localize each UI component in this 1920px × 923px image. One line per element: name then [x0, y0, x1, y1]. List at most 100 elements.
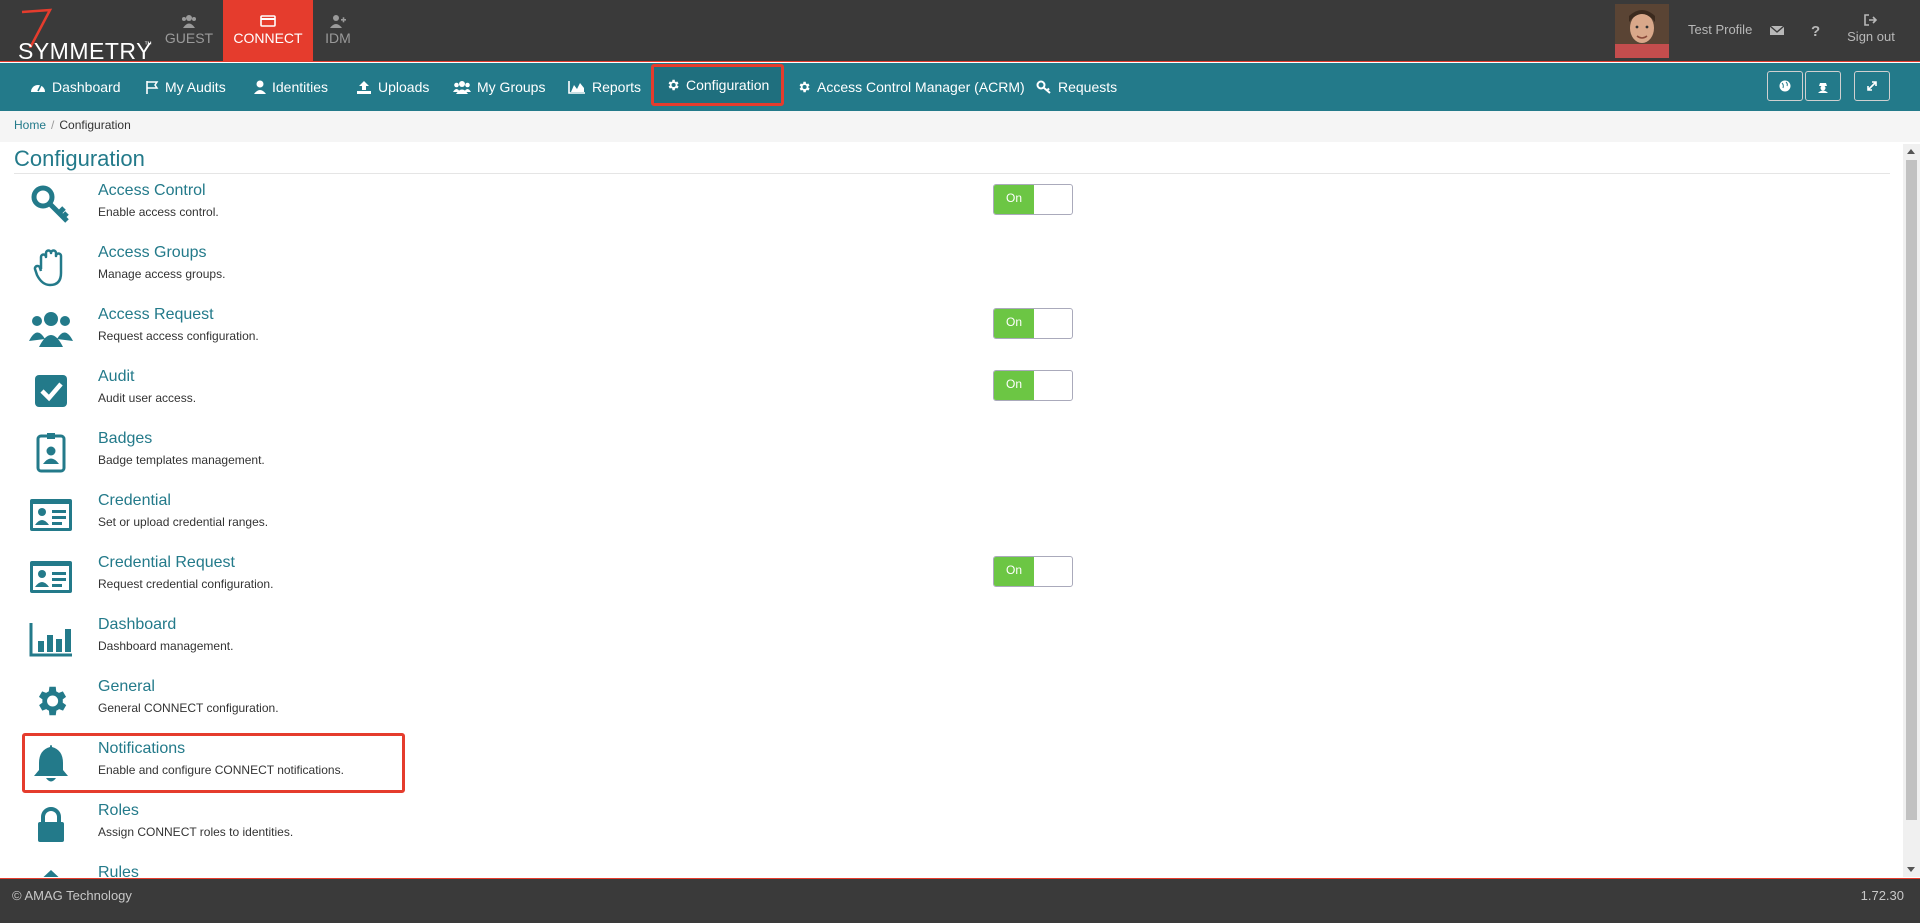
nav-label: My Groups	[477, 79, 546, 95]
nav-identities[interactable]: Identities	[254, 63, 328, 111]
nav-dashboard[interactable]: Dashboard	[30, 63, 121, 111]
profile-name[interactable]: Test Profile	[1688, 22, 1752, 37]
help-icon[interactable]: ?	[1807, 22, 1823, 38]
access-request-toggle[interactable]: On	[993, 308, 1073, 339]
scroll-down-arrow-icon[interactable]	[1907, 867, 1915, 872]
sign-out-icon	[1864, 14, 1878, 26]
globe-icon	[1779, 80, 1791, 92]
config-item-name[interactable]: Rules	[98, 864, 139, 877]
config-item-desc: Audit user access.	[98, 391, 197, 405]
top-bar: SYMMETRY ™ GUEST CONNECT IDM Test Profil…	[0, 0, 1920, 64]
symmetry-logo[interactable]: SYMMETRY ™	[8, 4, 152, 64]
config-item-desc: Manage access groups.	[98, 267, 226, 281]
nav-my-audits[interactable]: My Audits	[145, 63, 226, 111]
flag-icon	[146, 81, 159, 94]
group-icon	[453, 81, 471, 94]
config-item-desc: Dashboard management.	[98, 639, 234, 653]
dashboard-icon	[31, 84, 45, 92]
nav-label: My Audits	[165, 79, 226, 95]
users-icon	[29, 312, 73, 347]
config-item-name[interactable]: Roles	[98, 802, 139, 820]
breadcrumb-home[interactable]: Home	[14, 118, 46, 132]
config-item-name[interactable]: Audit	[98, 368, 134, 386]
config-item-dashboard[interactable]: Dashboard Dashboard management.	[20, 608, 1900, 670]
config-item-desc: Request access configuration.	[98, 329, 259, 343]
app-tab-guest[interactable]: GUEST	[163, 0, 215, 61]
upload-icon	[357, 81, 371, 94]
main-nav: Dashboard My Audits Identities Uploads M…	[0, 63, 1920, 111]
nav-label: Configuration	[686, 77, 770, 93]
page-title: Configuration	[14, 146, 145, 171]
config-item-badges[interactable]: Badges Badge templates management.	[20, 422, 1900, 484]
config-item-audit[interactable]: Audit Audit user access. On	[20, 360, 1900, 422]
nav-label: Requests	[1058, 79, 1118, 95]
anonymous-user-button[interactable]	[1805, 71, 1841, 101]
config-item-access-control[interactable]: Access Control Enable access control. On	[20, 174, 1900, 236]
footer: © AMAG Technology 1.72.30	[0, 878, 1920, 923]
sign-out-label: Sign out	[1847, 29, 1895, 44]
config-item-access-request[interactable]: Access Request Request access configurat…	[20, 298, 1900, 360]
svg-text:?: ?	[1811, 23, 1820, 38]
config-item-access-groups[interactable]: Access Groups Manage access groups.	[20, 236, 1900, 298]
config-item-desc: General CONNECT configuration.	[98, 701, 279, 715]
config-item-rules[interactable]: Rules	[20, 856, 1900, 877]
config-item-name[interactable]: Badges	[98, 430, 152, 448]
nav-acrm[interactable]: Access Control Manager (ACRM)	[797, 63, 1025, 111]
credential-request-toggle[interactable]: On	[993, 556, 1073, 587]
avatar[interactable]	[1615, 4, 1669, 58]
expand-icon	[1867, 81, 1877, 91]
breadcrumb-separator: /	[51, 118, 55, 132]
config-item-credential-request[interactable]: Credential Request Request credential co…	[20, 546, 1900, 608]
config-item-name[interactable]: Dashboard	[98, 616, 176, 634]
sign-out-button[interactable]: Sign out	[1843, 14, 1899, 44]
app-tab-connect[interactable]: CONNECT	[223, 0, 313, 61]
config-item-name[interactable]: General	[98, 678, 155, 696]
gear-icon	[799, 81, 810, 93]
config-item-general[interactable]: General General CONNECT configuration.	[20, 670, 1900, 732]
scroll-thumb[interactable]	[1906, 160, 1917, 820]
user-icon	[254, 80, 266, 94]
bar-chart-icon	[29, 623, 72, 657]
checkbox-icon	[35, 375, 67, 407]
nav-label: Uploads	[378, 79, 430, 95]
config-item-name[interactable]: Access Request	[98, 306, 214, 324]
app-tab-idm[interactable]: IDM	[318, 0, 358, 61]
config-item-desc: Badge templates management.	[98, 453, 265, 467]
app-tab-label: IDM	[325, 30, 351, 46]
page-scrollbar[interactable]	[1903, 144, 1920, 877]
nav-label: Reports	[592, 79, 642, 95]
globe-button[interactable]	[1767, 71, 1803, 101]
fullscreen-button[interactable]	[1854, 71, 1890, 101]
breadcrumb: Home / Configuration	[0, 111, 1920, 142]
area-chart-icon	[568, 81, 585, 94]
rules-icon	[43, 870, 59, 877]
app-tab-label: GUEST	[164, 30, 214, 46]
badge-icon	[36, 433, 66, 473]
app-tab-label: CONNECT	[233, 30, 303, 46]
config-item-name[interactable]: Credential Request	[98, 554, 235, 572]
config-item-name[interactable]: Access Groups	[98, 244, 206, 262]
avatar-photo-icon	[1615, 4, 1669, 58]
nav-reports[interactable]: Reports	[568, 63, 641, 111]
nav-configuration[interactable]: Configuration	[651, 64, 785, 106]
config-item-credential[interactable]: Credential Set or upload credential rang…	[20, 484, 1900, 546]
nav-requests[interactable]: Requests	[1036, 63, 1117, 111]
config-item-name[interactable]: Access Control	[98, 182, 206, 200]
envelope-icon[interactable]	[1769, 22, 1785, 38]
hand-icon	[33, 249, 63, 287]
scroll-up-arrow-icon[interactable]	[1907, 149, 1915, 154]
nav-uploads[interactable]: Uploads	[356, 63, 429, 111]
brand-tm: ™	[144, 40, 152, 49]
config-item-desc: Assign CONNECT roles to identities.	[98, 825, 294, 839]
notifications-highlight	[22, 733, 405, 793]
nav-my-groups[interactable]: My Groups	[453, 63, 545, 111]
config-item-roles[interactable]: Roles Assign CONNECT roles to identities…	[20, 794, 1900, 856]
toggle-on-label: On	[994, 309, 1034, 338]
access-control-toggle[interactable]: On	[993, 184, 1073, 215]
gear-icon	[668, 79, 679, 91]
audit-toggle[interactable]: On	[993, 370, 1073, 401]
config-item-desc: Enable access control.	[98, 205, 219, 219]
breadcrumb-current: Configuration	[59, 118, 131, 132]
id-card-icon	[30, 499, 72, 531]
config-item-name[interactable]: Credential	[98, 492, 171, 510]
